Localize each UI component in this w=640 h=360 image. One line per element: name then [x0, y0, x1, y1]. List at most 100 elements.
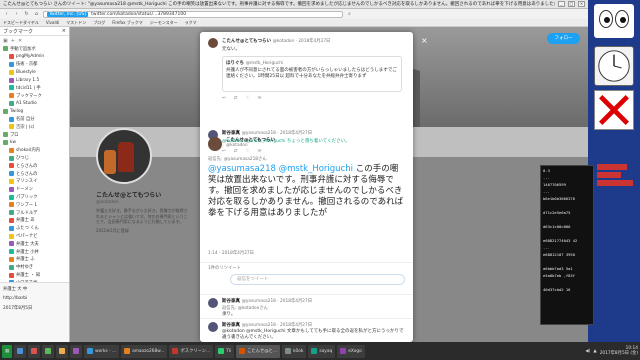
dm-icon[interactable]: ✉	[258, 96, 262, 101]
bookmark-list-item[interactable]: A1 Studio	[0, 100, 69, 108]
main-mentions[interactable]: @yasumasa218 @mstk_Horiguchi	[208, 164, 353, 174]
reply-to-label[interactable]: 返信先: @yasumasa218さん	[208, 156, 267, 162]
bookmark-list-item[interactable]: フルドルデ	[0, 209, 69, 217]
bookmark-list-item[interactable]: ブックマーク	[0, 92, 69, 100]
retweet-count[interactable]: 1件のリツイート	[208, 265, 241, 271]
bookmark-item[interactable]: ジーモンスター	[150, 20, 178, 26]
close-modal-icon[interactable]: ×	[421, 37, 429, 45]
bookmark-item[interactable]: ドスピードダイヤル	[3, 20, 39, 26]
minimize-button[interactable]: _	[558, 1, 565, 7]
bookmark-list-item[interactable]: tdcid11 | 手	[0, 84, 69, 92]
taskbar-item[interactable]	[14, 344, 27, 358]
taskbar-item[interactable]: eXogo	[337, 344, 365, 358]
reply-icon[interactable]: ↩	[222, 96, 226, 101]
taskbar-item[interactable]	[28, 344, 41, 358]
like-icon[interactable]: ♡	[246, 96, 250, 101]
bookmark-list-item[interactable]: とらさんの	[0, 170, 69, 178]
bookmark-item[interactable]: マストドン	[66, 20, 86, 26]
profile-handle[interactable]: @kotadon	[96, 200, 188, 205]
tweet-author[interactable]: 斯谷泰真	[222, 299, 240, 304]
delete-icon[interactable]: ✕	[18, 38, 22, 44]
reply-tweet[interactable]: 斯谷泰真 @yasumasa218 · 2018年4月27日 @kotadon …	[200, 318, 413, 342]
taskbar-item[interactable]: works - ...	[84, 344, 120, 358]
terminal-window[interactable]: 0.3 ... 1467706599 ... b6e1b0b3066376 d71c2…	[540, 165, 594, 325]
bookmark-item[interactable]: Vivaldi	[46, 20, 59, 25]
bookmark-list-item[interactable]: 弁護士 あ	[0, 217, 69, 225]
profile-avatar[interactable]	[96, 128, 152, 184]
avatar[interactable]	[208, 322, 218, 332]
search-icon[interactable]: ⌕	[346, 11, 353, 18]
panel-close-icon[interactable]: ×	[62, 28, 66, 34]
tweet-handle[interactable]: @yasumasa218 · 2018年4月27日	[242, 299, 312, 304]
bookmark-list-item[interactable]: プロ	[0, 131, 69, 139]
address-bar[interactable]: Twitter, Inc. [US] twitter.com/kotadon/s…	[43, 10, 343, 18]
quoted-tweet[interactable]: こたんせ@とてもつらい @kotadon · 2018年4月27日 元ない。 ほ…	[200, 36, 413, 106]
avatar[interactable]	[208, 137, 222, 151]
bookmark-item[interactable]: ブログ	[93, 20, 105, 26]
taskbar-item[interactable]	[70, 344, 83, 358]
avatar[interactable]	[208, 38, 218, 48]
bookmark-list-item[interactable]: 手動で追加ボ	[0, 45, 69, 53]
url-text[interactable]: twitter.com/kotadon/status/...3789347100	[91, 12, 186, 17]
add-bookmark-icon[interactable]: +	[11, 38, 15, 44]
taskbar-item[interactable]: sayaq	[308, 344, 336, 358]
new-folder-icon[interactable]: ▣	[3, 38, 8, 44]
taskbar-item[interactable]	[56, 344, 69, 358]
bookmark-list-item[interactable]: pngMyAdmin	[0, 53, 69, 61]
bookmark-list-item[interactable]: Bluestyle	[0, 68, 69, 76]
reply-input[interactable]: 返信をツイート	[230, 274, 405, 285]
retweet-icon[interactable]: ⇄	[234, 96, 238, 101]
bookmark-list-item[interactable]: Library 1.5	[0, 76, 69, 84]
tweet-handle[interactable]: @yasumasa218 · 2018年4月27日	[242, 323, 312, 328]
forward-icon[interactable]: ›	[13, 11, 20, 18]
network-icon[interactable]: ▲	[593, 349, 596, 354]
back-icon[interactable]: ‹	[3, 11, 10, 18]
close-window-button[interactable]: ×	[578, 1, 585, 7]
profile-name[interactable]: こたんせ@とてもつらい	[96, 190, 188, 199]
maximize-button[interactable]: □	[568, 1, 575, 7]
bookmark-item[interactable]: ラクマ	[185, 20, 197, 26]
follow-button[interactable]: フォロー	[547, 33, 580, 44]
bookmark-list-item[interactable]: 吉宗 | (c)	[0, 123, 69, 131]
bookmark-list-item[interactable]: 弁護士 ・ 知	[0, 271, 69, 279]
bookmark-list-item[interactable]: kw	[0, 139, 69, 147]
tweet-author[interactable]: 斯谷泰真	[222, 323, 240, 328]
taskbar-item[interactable]: こたんせ@と...	[236, 344, 281, 358]
bookmark-list-item[interactable]: パブリック	[0, 193, 69, 201]
quote-handle: @mstk_Horiguchi	[245, 61, 284, 66]
bookmark-list-item[interactable]: ふたつ くん	[0, 224, 69, 232]
bookmark-list-item[interactable]: shokai(内内	[0, 146, 69, 154]
tweet-author[interactable]: こたんせ@とてもつらい	[222, 39, 271, 44]
embedded-quote[interactable]: ほりぐち @mstk_Horiguchi 弁護人が不同意にされてる面の被害者の方…	[222, 56, 402, 92]
tweet-handle[interactable]: @kotadon · 2018年4月27日	[273, 39, 331, 44]
avatar[interactable]	[208, 298, 218, 308]
taskbar-item[interactable]: k0ok	[282, 344, 307, 358]
start-menu-button[interactable]: ▦	[2, 344, 13, 358]
taskbar-item[interactable]: ポスクリーン...	[169, 344, 214, 358]
tweet-handle[interactable]: @kotadon	[226, 143, 275, 148]
bookmark-list-item[interactable]: 名前 自分	[0, 115, 69, 123]
bookmark-list-item[interactable]: ペパーナビ	[0, 232, 69, 240]
tweet-timestamp[interactable]: 1:14 - 2018年4月27日	[208, 250, 254, 256]
taskbar-item[interactable]: Tli	[215, 344, 235, 358]
bookmark-list-item[interactable]: ひつじ	[0, 154, 69, 162]
reply-tweet[interactable]: 斯谷泰真 @yasumasa218 · 2018年4月27日 返信先: @kot…	[200, 294, 413, 317]
bookmark-list-item[interactable]: 弁護士 ふ	[0, 256, 69, 264]
volume-icon[interactable]: ◀)	[585, 349, 590, 354]
bookmark-list-item[interactable]: とらさんの	[0, 162, 69, 170]
bookmark-list-item[interactable]: 弁護士 小井	[0, 248, 69, 256]
home-icon[interactable]: ⌂	[33, 11, 40, 18]
bookmark-list-item[interactable]: 弁護士 大夫	[0, 240, 69, 248]
bookmark-list-item[interactable]: 中村ゆき	[0, 263, 69, 271]
site-identity-badge[interactable]: Twitter, Inc. [US]	[47, 11, 89, 17]
bookmark-list-item[interactable]: Twilog	[0, 107, 69, 115]
bookmark-list-item[interactable]: マリンスイ	[0, 178, 69, 186]
taskbar-item[interactable]: amaozo268w...	[121, 344, 168, 358]
bookmark-list-item[interactable]: ワンプー 1	[0, 201, 69, 209]
bookmark-list-item[interactable]: ドーメン	[0, 185, 69, 193]
bookmark-item[interactable]: Firefox ブックマ	[112, 20, 143, 26]
taskbar-item[interactable]	[42, 344, 55, 358]
bookmark-list-item[interactable]: 技術 - 京都	[0, 61, 69, 69]
clock[interactable]: 10:14 2017年8月5日 (金)	[600, 346, 638, 356]
reload-icon[interactable]: ↻	[23, 11, 30, 18]
